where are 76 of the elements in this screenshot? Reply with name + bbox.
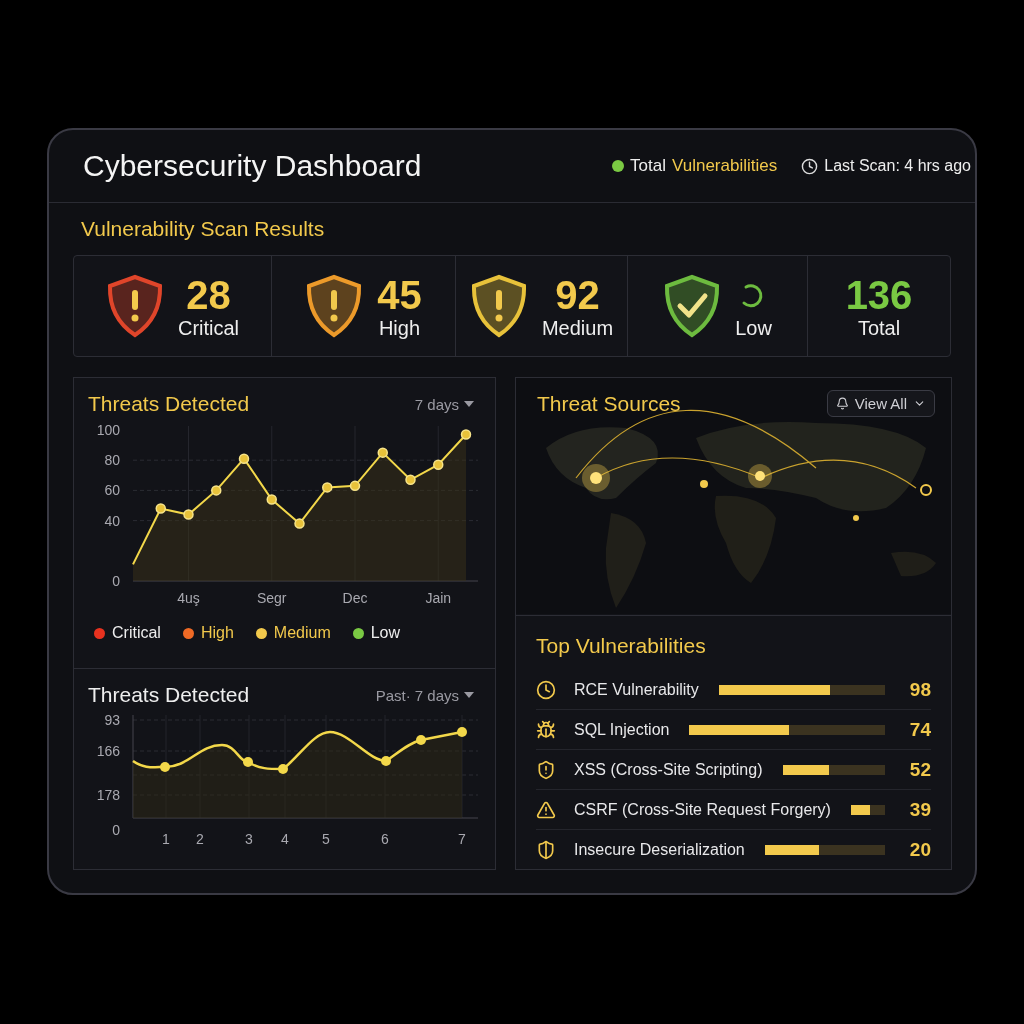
score-value: 74	[908, 718, 931, 741]
stat-label: Total	[857, 316, 901, 340]
axis-label: 0	[112, 573, 120, 589]
stat-value: 92	[555, 272, 600, 317]
window-title: Cybersecurity Dashboard	[83, 149, 423, 183]
stat-label: Medium	[541, 316, 614, 340]
score-value: 39	[908, 798, 931, 821]
bug-icon	[536, 719, 556, 740]
axis-label: 7	[458, 831, 466, 847]
last-scan: Last Scan: 4 hrs ago	[824, 157, 971, 175]
panel-title: Top Vulnerabilities	[536, 634, 706, 658]
status-highlight: Vulnerabilities	[672, 156, 778, 176]
vulnerability-name: RCE Vulnerability	[574, 680, 699, 699]
axis-label: Dec	[342, 590, 368, 606]
section-title: Vulnerability Scan Results	[80, 217, 326, 241]
stat-value: 45	[377, 272, 422, 317]
axis-label: 1	[162, 831, 170, 847]
clock-icon	[536, 679, 556, 700]
axis-label: 166	[96, 743, 120, 759]
data-point	[238, 453, 250, 464]
panel-title: Threats Detected	[88, 392, 250, 416]
score-value: 98	[908, 678, 931, 701]
stat-value: 28	[186, 272, 231, 317]
axis-label: 40	[104, 512, 120, 529]
vulnerability-name: SQL Injection	[574, 720, 670, 739]
data-point	[405, 474, 416, 486]
data-point	[377, 447, 388, 458]
legend-label: Low	[370, 624, 401, 642]
vulnerability-name: Insecure Deserialization	[574, 840, 745, 859]
axis-label: 4uş	[177, 590, 200, 606]
data-point	[183, 509, 194, 520]
panel-title: Threats Detected	[88, 683, 250, 707]
axis-label: 60	[104, 482, 120, 499]
axis-label: 100	[96, 422, 120, 438]
vulnerability-name: XSS (Cross-Site Scripting)	[574, 760, 763, 779]
clock-icon	[801, 157, 819, 175]
axis-label: Jain	[425, 590, 452, 606]
panel-title: Threat Sources	[537, 392, 681, 416]
axis-label: 93	[104, 712, 120, 728]
axis-label: 178	[96, 787, 120, 803]
stat-label: High	[378, 316, 421, 340]
axis-label: 5	[322, 831, 330, 847]
data-point	[349, 480, 361, 492]
data-point	[155, 503, 166, 514]
status-label: Total	[630, 156, 666, 176]
axis-label: Segr	[256, 590, 287, 606]
data-point	[460, 429, 472, 440]
shield-icon	[536, 759, 556, 780]
view-all-button[interactable]: View All	[826, 390, 935, 417]
data-point	[294, 518, 305, 529]
data-point	[322, 482, 333, 493]
score-value: 20	[908, 838, 931, 861]
caret-icon	[463, 400, 475, 408]
warning-icon	[536, 799, 556, 820]
stat-label: Low	[735, 316, 772, 340]
data-point	[433, 459, 444, 470]
axis-label: 80	[104, 452, 120, 469]
stat-label: Critical	[177, 316, 240, 340]
legend-label: Medium	[273, 624, 331, 642]
axis-label: 4	[281, 831, 289, 847]
score-value: 52	[908, 758, 931, 781]
legend-label: High	[200, 624, 234, 642]
vulnerability-name: CSRF (Cross-Site Request Forgery)	[574, 800, 831, 819]
data-point	[211, 485, 222, 496]
stat-value: 136	[845, 272, 913, 317]
caret-icon	[463, 691, 475, 699]
axis-label: 2	[196, 831, 204, 847]
shield-icon	[536, 839, 556, 860]
bell-icon	[835, 397, 849, 410]
axis-label: 3	[245, 831, 253, 847]
legend-label: Critical	[112, 624, 161, 642]
axis-label: 0	[112, 822, 120, 838]
period-dropdown[interactable]: Past· 7 days	[369, 685, 481, 705]
period-dropdown[interactable]: 7 days	[408, 394, 481, 414]
axis-label: 6	[381, 831, 389, 847]
data-point	[266, 494, 277, 505]
